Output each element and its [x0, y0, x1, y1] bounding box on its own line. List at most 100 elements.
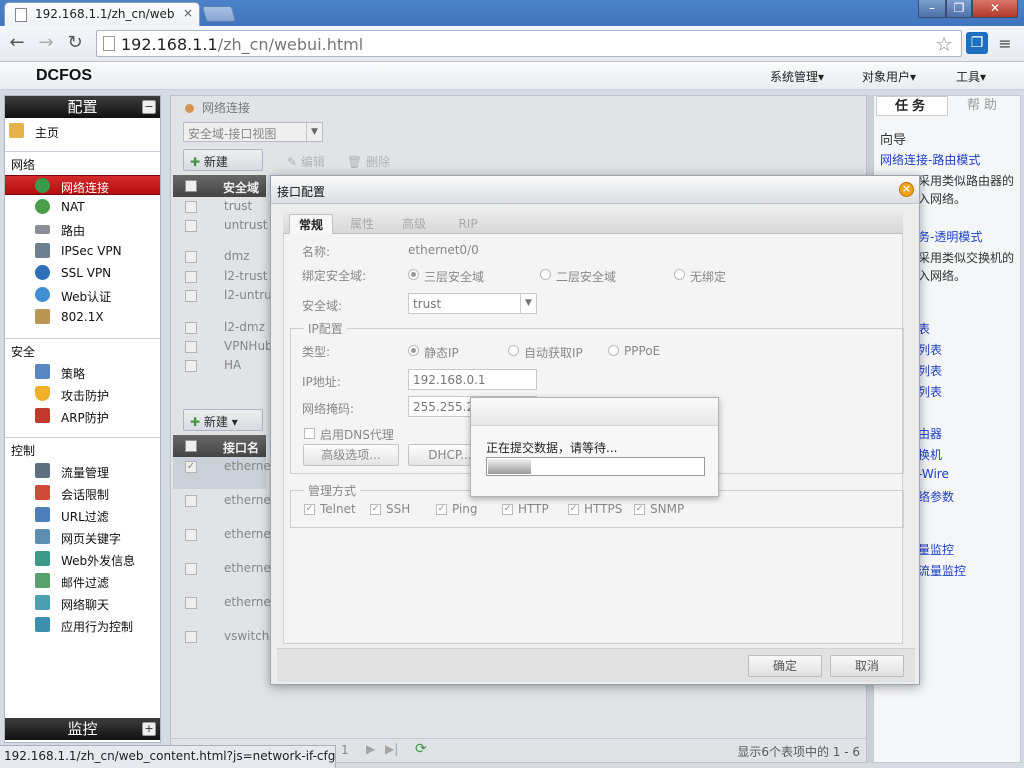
- ssl-vpn-icon: [35, 265, 50, 280]
- checkbox-label: SSH: [386, 502, 411, 516]
- browser-menu-icon[interactable]: ≡: [996, 34, 1014, 53]
- sidebar-item-route[interactable]: 路由: [5, 219, 160, 239]
- forward-icon[interactable]: →: [34, 32, 58, 56]
- tab-help[interactable]: 帮助: [950, 96, 1018, 116]
- back-icon[interactable]: ←: [5, 32, 29, 56]
- task-link[interactable]: 列表: [918, 341, 942, 358]
- wizard-description: 采用类似路由器的: [918, 174, 1015, 188]
- progress-message: 正在提交数据，请等待...: [486, 441, 618, 455]
- sidebar-item-url-filter[interactable]: URL过滤: [5, 505, 160, 525]
- close-icon[interactable]: ×: [899, 182, 914, 197]
- radio-dhcp-ip[interactable]: [508, 345, 519, 356]
- radio-pppoe[interactable]: [608, 345, 619, 356]
- tab-close-icon[interactable]: ×: [183, 6, 193, 20]
- sidebar-item-policy[interactable]: 策略: [5, 362, 160, 382]
- sidebar-item-traffic-management[interactable]: 流量管理: [5, 461, 160, 481]
- sidebar-item-label: ARP防护: [61, 411, 109, 425]
- radio-static-ip[interactable]: [408, 345, 419, 356]
- sidebar-item-session-limit[interactable]: 会话限制: [5, 483, 160, 503]
- page-icon: [103, 36, 115, 51]
- checkbox-label: Telnet: [320, 502, 356, 516]
- ip-address-input[interactable]: 192.168.0.1: [408, 369, 537, 390]
- maximize-button[interactable]: ❐: [946, 0, 972, 18]
- close-window-button[interactable]: ✕: [972, 0, 1018, 18]
- sidebar-item-network-chat[interactable]: 网络聊天: [5, 593, 160, 613]
- sidebar-item-attack-defense[interactable]: 攻击防护: [5, 384, 160, 404]
- menu-system-management[interactable]: 系统管理▾: [770, 68, 824, 85]
- 8021x-icon: [35, 309, 50, 324]
- sidebar-item-ssl-vpn[interactable]: SSL VPN: [5, 263, 160, 283]
- telnet-checkbox[interactable]: ✓: [304, 504, 315, 515]
- http-checkbox[interactable]: ✓: [502, 504, 513, 515]
- task-link[interactable]: 量监控: [918, 541, 954, 558]
- web-outbound-icon: [35, 551, 50, 566]
- task-link[interactable]: 络参数: [918, 488, 954, 505]
- sidebar-item-mail-filter[interactable]: 邮件过滤: [5, 571, 160, 591]
- menu-tools[interactable]: 工具▾: [956, 68, 986, 85]
- radio-unbound[interactable]: [674, 269, 685, 280]
- section-network: 网络: [11, 158, 36, 172]
- task-link[interactable]: 列表: [918, 383, 942, 400]
- router-icon: [35, 225, 50, 234]
- progress-bar: [486, 457, 705, 476]
- sidebar-item-web-keyword[interactable]: 网页关键字: [5, 527, 160, 547]
- config-panel-title: 配置: [67, 98, 98, 116]
- expand-icon[interactable]: +: [142, 722, 156, 736]
- bookmark-star-icon[interactable]: ☆: [935, 32, 953, 56]
- collapse-icon[interactable]: −: [142, 100, 156, 114]
- sidebar-item-ipsec-vpn[interactable]: IPSec VPN: [5, 241, 160, 261]
- task-link[interactable]: -Wire: [918, 467, 949, 481]
- task-link[interactable]: 列表: [918, 362, 942, 379]
- ok-button[interactable]: 确定: [748, 655, 822, 677]
- tab-general[interactable]: 常规: [289, 214, 333, 234]
- sidebar-item-8021x[interactable]: 802.1X: [5, 307, 160, 327]
- url-host: 192.168.1.1: [121, 35, 218, 54]
- reload-icon[interactable]: ↻: [63, 32, 87, 56]
- wizard-routing-mode-link[interactable]: 网络连接-路由模式: [880, 151, 980, 168]
- ping-checkbox[interactable]: ✓: [436, 504, 447, 515]
- shield-icon: [35, 386, 50, 401]
- sidebar-item-nat[interactable]: NAT: [5, 197, 160, 217]
- minimize-button[interactable]: –: [918, 0, 946, 18]
- https-checkbox[interactable]: ✓: [568, 504, 579, 515]
- app-header: DCFOS 系统管理▾ 对象用户▾ 工具▾: [0, 62, 1024, 90]
- monitor-panel-header[interactable]: 监控 +: [5, 718, 160, 740]
- config-panel-header[interactable]: 配置 −: [5, 96, 160, 118]
- tab-tasks[interactable]: 任务: [876, 96, 948, 116]
- sidebar-item-app-behavior[interactable]: 应用行为控制: [5, 615, 160, 635]
- zone-select[interactable]: trust ▼: [408, 293, 537, 314]
- sidebar-item-label: SSL VPN: [61, 266, 112, 280]
- submit-progress-popup: 正在提交数据，请等待...: [470, 397, 719, 497]
- extension-icon[interactable]: ❐: [966, 32, 988, 54]
- tab-advanced[interactable]: 高级: [391, 214, 437, 234]
- menu-objects-users[interactable]: 对象用户▾: [862, 68, 916, 85]
- ssh-checkbox[interactable]: ✓: [370, 504, 381, 515]
- browser-toolbar: ← → ↻ 192.168.1.1/zh_cn/webui.html ☆ ❐ ≡: [0, 26, 1024, 62]
- divider: [5, 437, 160, 438]
- tab-rip[interactable]: RIP: [445, 214, 491, 234]
- zone-label: 安全域:: [302, 299, 343, 313]
- snmp-checkbox[interactable]: ✓: [634, 504, 645, 515]
- sidebar-item-web-outbound[interactable]: Web外发信息: [5, 549, 160, 569]
- radio-l2-zone[interactable]: [540, 269, 551, 280]
- new-tab-button[interactable]: [201, 6, 237, 22]
- sidebar-item-label: 网络连接: [61, 181, 110, 195]
- task-link[interactable]: 流量监控: [918, 562, 966, 579]
- advanced-options-button[interactable]: 高级选项...: [303, 444, 399, 466]
- address-bar[interactable]: 192.168.1.1/zh_cn/webui.html ☆: [96, 30, 962, 57]
- sidebar-item-home[interactable]: 主页: [5, 121, 160, 141]
- radio-l3-zone[interactable]: [408, 269, 419, 280]
- tab-properties[interactable]: 属性: [337, 214, 387, 234]
- cancel-button[interactable]: 取消: [830, 655, 904, 677]
- sidebar-item-arp-defense[interactable]: ARP防护: [5, 406, 160, 426]
- dialog-titlebar[interactable]: 接口配置 ×: [271, 176, 919, 204]
- dns-proxy-checkbox[interactable]: [304, 428, 315, 439]
- sidebar-item-network-connection[interactable]: 网络连接: [5, 175, 160, 195]
- checkbox-label: HTTPS: [584, 502, 623, 516]
- wizard-transparent-mode-link[interactable]: 务-透明模式: [918, 228, 982, 245]
- task-link[interactable]: 由器: [918, 425, 942, 442]
- browser-tab[interactable]: 192.168.1.1/zh_cn/webu ×: [4, 2, 200, 26]
- ip-address-label: IP地址:: [302, 375, 341, 389]
- task-link[interactable]: 换机: [918, 446, 942, 463]
- sidebar-item-web-auth[interactable]: Web认证: [5, 285, 160, 305]
